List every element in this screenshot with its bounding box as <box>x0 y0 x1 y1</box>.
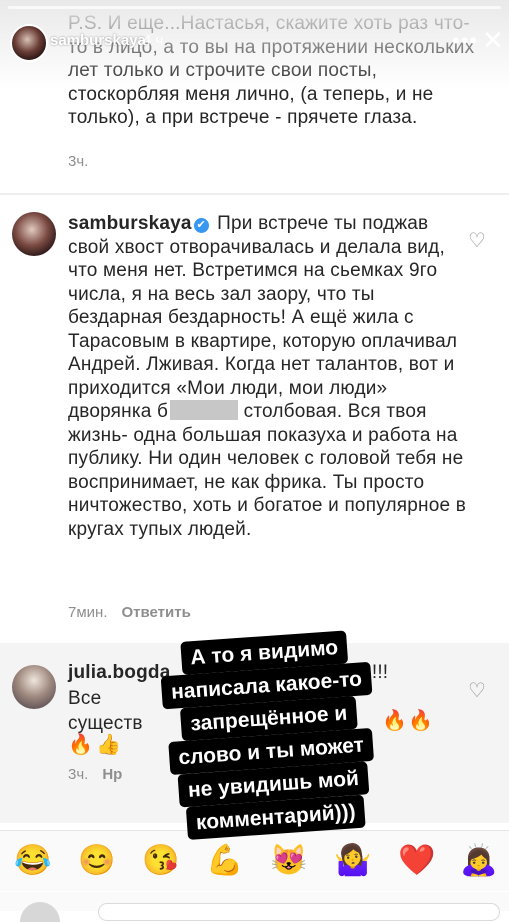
emoji-button[interactable]: 💪 <box>206 843 243 878</box>
comment-username[interactable]: samburskaya <box>68 213 192 234</box>
close-icon[interactable]: ✕ <box>482 25 504 56</box>
comment-meta: 3ч. <box>68 153 88 170</box>
story-time: 4 ч <box>143 32 164 49</box>
comment-item: samburskaya ✔ При встрече ты поджав свой … <box>68 212 468 541</box>
story-progress-bar <box>8 6 501 9</box>
emoji-button[interactable]: 🙇‍♀️ <box>460 843 497 878</box>
comment-time: 3ч. <box>68 766 89 783</box>
more-options-icon[interactable]: ••• <box>452 28 478 54</box>
reply-button[interactable]: Нр <box>102 766 122 783</box>
like-heart-icon[interactable]: ♡ <box>468 228 486 253</box>
divider <box>0 193 509 195</box>
story-username[interactable]: samburskaya <box>50 32 146 49</box>
emoji-button[interactable]: ❤️ <box>398 843 435 878</box>
avatar[interactable] <box>12 665 56 709</box>
comment-input[interactable] <box>98 903 500 921</box>
story-avatar[interactable] <box>10 24 48 62</box>
story-text-sticker: А то я видимо написала какое-то запрещён… <box>113 626 426 844</box>
comment-meta: 7мин. Ответить <box>68 604 191 621</box>
emoji-button[interactable]: 😂 <box>14 843 51 878</box>
comment-time: 3ч. <box>68 153 89 170</box>
reply-button[interactable]: Ответить <box>122 604 191 621</box>
thumbs-up-emoji: 👍 <box>96 734 121 756</box>
comment-time: 7мин. <box>68 604 108 621</box>
comment-body: При встрече ты поджав свой хвост отворач… <box>68 213 458 422</box>
blurred-text <box>170 400 239 420</box>
like-heart-icon[interactable]: ♡ <box>468 678 486 703</box>
emoji-button[interactable]: 😊 <box>78 843 115 878</box>
fire-emoji: 🔥 <box>68 734 93 756</box>
emoji-button[interactable]: 😻 <box>270 843 307 878</box>
comment-text: samburskaya ✔ При встрече ты поджав свой … <box>68 212 468 541</box>
avatar[interactable] <box>12 212 56 256</box>
emoji-button[interactable]: 😘 <box>142 843 179 878</box>
verified-badge-icon: ✔ <box>193 218 209 233</box>
emoji-button[interactable]: 🤷‍♀️ <box>334 843 371 878</box>
comment-meta: 3ч. Нр <box>68 766 122 783</box>
